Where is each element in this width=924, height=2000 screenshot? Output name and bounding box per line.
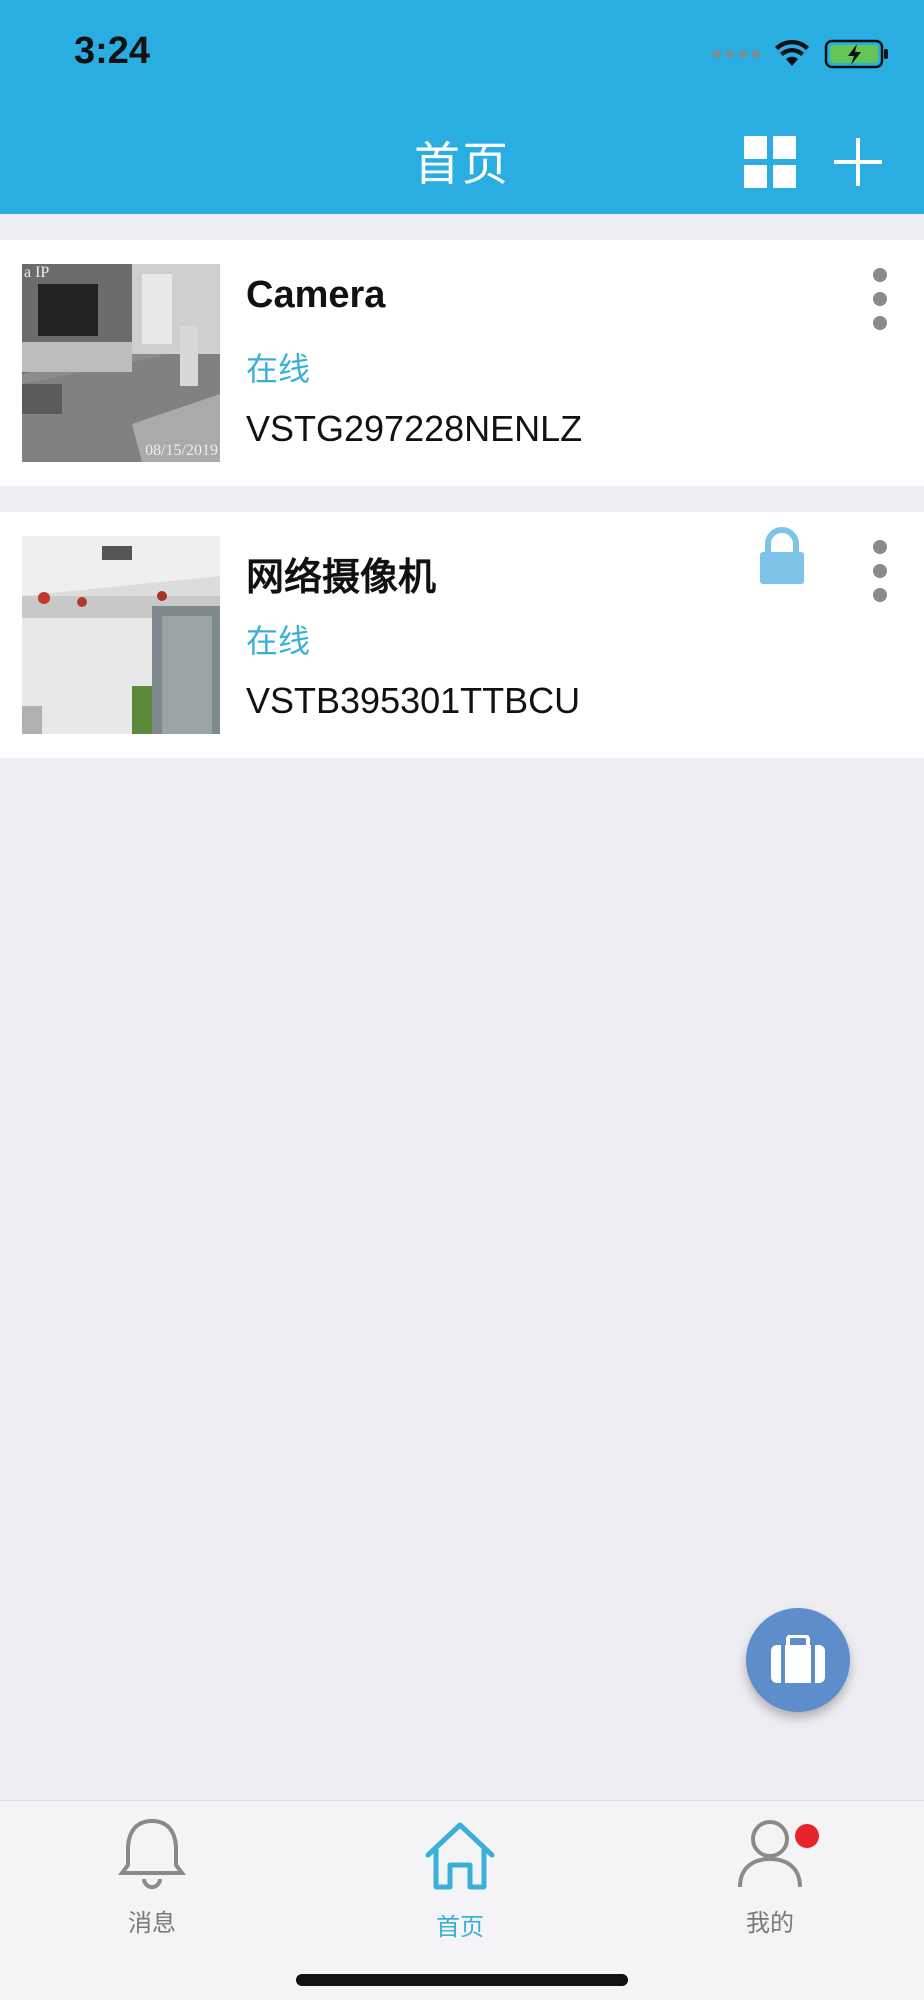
plus-icon [834,138,882,186]
add-device-button[interactable] [832,136,884,188]
camera-thumbnail[interactable]: a IP 08/15/2019 [22,264,220,462]
bell-icon [118,1818,186,1889]
tab-home-label: 首页 [436,1914,484,1941]
device-id: VSTB395301TTBCU [246,680,581,721]
device-status: 在线 [246,351,311,387]
briefcase-icon [771,1635,825,1683]
more-options-button[interactable] [866,264,894,334]
device-id: VSTG297228NENLZ [246,408,583,449]
more-dot-icon [873,564,887,578]
tab-messages[interactable]: 消息 [82,1815,222,1937]
device-name: Camera [246,274,386,316]
wifi-icon [775,40,809,66]
more-dot-icon [873,588,887,602]
status-time: 3:24 [74,30,151,72]
more-options-button[interactable] [866,536,894,606]
device-card[interactable]: a IP 08/15/2019 Camera 在线 VSTG297228NENL… [0,240,924,486]
tab-mine-label: 我的 [746,1910,794,1937]
tab-mine[interactable]: 我的 [700,1815,840,1937]
device-name: 网络摄像机 [246,557,437,599]
floating-action-button[interactable] [746,1608,850,1712]
thumbnail-timestamp: 08/15/2019 [145,442,218,459]
thumbnail-overlay-label: a IP [24,264,50,281]
home-icon [425,1822,495,1890]
top-navigation-bar: 3:24 首页 [0,0,924,214]
device-card[interactable]: 网络摄像机 在线 VSTB395301TTBCU [0,512,924,758]
grid-view-button[interactable] [744,136,796,188]
home-indicator [296,1974,628,1986]
device-status: 在线 [246,623,311,659]
more-dot-icon [873,292,887,306]
camera-thumbnail[interactable] [22,536,220,734]
lock-icon [760,527,804,584]
tab-home[interactable]: 首页 [390,1815,530,1941]
grid-view-icon [744,136,796,188]
battery-charging-icon [824,39,888,69]
more-dot-icon [873,540,887,554]
more-dot-icon [873,268,887,282]
more-dot-icon [873,316,887,330]
bottom-tab-bar: 消息 首页 我的 [0,1800,924,2000]
cellular-signal-icon [713,50,760,58]
status-icons [713,36,890,72]
camera-snapshot-image [22,536,220,734]
notification-badge-icon [795,1824,819,1848]
camera-snapshot-image [22,264,220,462]
tab-messages-label: 消息 [128,1910,176,1937]
